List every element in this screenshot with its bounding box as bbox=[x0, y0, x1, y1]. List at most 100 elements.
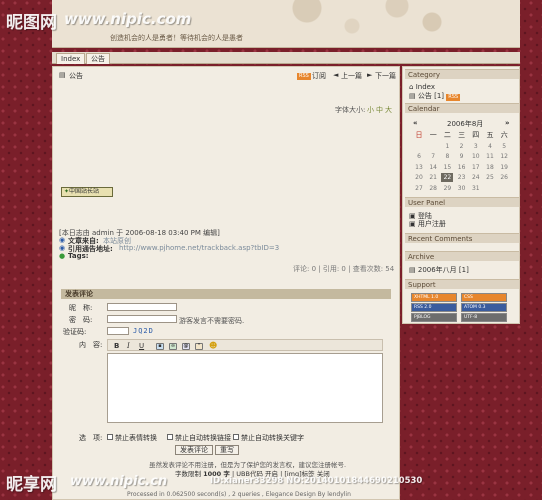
calendar-day[interactable]: 21 bbox=[427, 173, 439, 182]
calendar-next-button[interactable]: » bbox=[505, 119, 510, 127]
comment-form-title: 发表评论 bbox=[61, 289, 391, 299]
calendar-day[interactable]: 15 bbox=[441, 163, 453, 172]
prev-post-link[interactable]: 上一篇 bbox=[341, 71, 362, 81]
recent-comments-title: Recent Comments bbox=[405, 233, 519, 243]
trackback-url[interactable]: http://www.pjhome.net/trackback.asp?tbID… bbox=[119, 244, 279, 252]
calendar-day[interactable]: 1 bbox=[441, 142, 453, 151]
font-size-large[interactable]: 大 bbox=[385, 105, 392, 115]
calendar-day[interactable]: 28 bbox=[427, 184, 439, 193]
disable-keywords-checkbox[interactable] bbox=[233, 434, 239, 440]
calendar-weekday: 四 bbox=[472, 131, 480, 139]
calendar-day[interactable]: 14 bbox=[427, 163, 439, 172]
calendar-weekday: 日 bbox=[415, 131, 423, 139]
calendar-day[interactable]: 3 bbox=[470, 142, 482, 151]
smiley-icon[interactable]: ☻ bbox=[209, 341, 217, 350]
comment-textarea[interactable] bbox=[107, 353, 383, 423]
main-nav: Index 公告 bbox=[52, 52, 520, 64]
atom-badge[interactable]: ATOM 0.3 bbox=[461, 303, 507, 312]
calendar-weekday: 二 bbox=[443, 131, 451, 139]
sidebar-item-index-label: Index bbox=[415, 83, 435, 91]
options-label: 选 项: bbox=[79, 434, 103, 442]
email-insert-icon[interactable]: @ bbox=[182, 342, 190, 350]
calendar-day[interactable]: 17 bbox=[470, 163, 482, 172]
css-badge[interactable]: CSS bbox=[461, 293, 507, 302]
calendar-title: Calendar bbox=[405, 103, 519, 113]
page-wrapper: 创造机会的人是勇者！等待机会的人是愚者 Index 公告 ▤ 公告 RSS 订阅… bbox=[52, 0, 520, 500]
rss-icon[interactable]: RSS bbox=[297, 71, 311, 80]
site-badge[interactable]: ✦中国站长站 bbox=[61, 187, 113, 197]
calendar-day[interactable]: 27 bbox=[413, 184, 425, 193]
rss-badge[interactable]: RSS bbox=[446, 94, 461, 101]
calendar-day[interactable]: 16 bbox=[456, 163, 468, 172]
site-slogan: 创造机会的人是勇者！等待机会的人是愚者 bbox=[110, 34, 243, 42]
calendar-day[interactable]: 31 bbox=[470, 184, 482, 193]
quote-insert-icon[interactable]: " bbox=[195, 342, 203, 350]
watermark-bottom-id: ID:xianer33298 NO:20140101844690210530 bbox=[210, 476, 423, 486]
calendar-day[interactable]: 5 bbox=[498, 142, 510, 151]
utf8-badge[interactable]: UTF-8 bbox=[461, 313, 507, 322]
register-link[interactable]: ▣ 用户注册 bbox=[409, 219, 446, 229]
calendar-day[interactable]: 8 bbox=[441, 152, 453, 161]
tags-label: Tags: bbox=[68, 252, 89, 260]
calendar-day[interactable]: 24 bbox=[470, 173, 482, 182]
calendar-day[interactable]: 13 bbox=[413, 163, 425, 172]
archive-item[interactable]: ▤ 2006年八月 [1] bbox=[409, 265, 469, 275]
category-icon: ▤ bbox=[59, 71, 66, 79]
calendar-day[interactable]: 23 bbox=[456, 173, 468, 182]
watermark-top-logo: 昵图网 bbox=[6, 13, 57, 33]
calendar-day-today[interactable]: 22 bbox=[441, 173, 454, 182]
underline-icon[interactable]: U bbox=[139, 342, 144, 350]
pjblog-badge[interactable]: PJBLOG bbox=[411, 313, 457, 322]
trackback-icon: ◉ bbox=[59, 244, 66, 252]
next-post-link[interactable]: 下一篇 bbox=[375, 71, 396, 81]
calendar-day[interactable]: 4 bbox=[484, 142, 496, 151]
disable-autolink-checkbox[interactable] bbox=[167, 434, 173, 440]
calendar-prev-button[interactable]: « bbox=[413, 119, 418, 127]
calendar-day[interactable]: 2 bbox=[456, 142, 468, 151]
rss-support-badge[interactable]: RSS 2.0 bbox=[411, 303, 457, 312]
image-insert-icon[interactable]: ▪ bbox=[156, 342, 164, 350]
sidebar-item-index[interactable]: ⌂ Index bbox=[409, 83, 435, 91]
bold-icon[interactable]: B bbox=[114, 342, 119, 350]
calendar-day[interactable]: 20 bbox=[413, 173, 425, 182]
calendar-day[interactable]: 11 bbox=[484, 152, 496, 161]
calendar-day[interactable]: 9 bbox=[456, 152, 468, 161]
nickname-label: 昵 称: bbox=[69, 304, 93, 312]
calendar-day[interactable]: 12 bbox=[498, 152, 510, 161]
reset-button[interactable]: 重写 bbox=[215, 445, 239, 455]
calendar-weekday: 一 bbox=[429, 131, 437, 139]
captcha-input[interactable] bbox=[107, 327, 129, 335]
calendar-day[interactable]: 18 bbox=[484, 163, 496, 172]
calendar-day[interactable]: 19 bbox=[498, 163, 510, 172]
calendar-day[interactable]: 6 bbox=[413, 152, 425, 161]
calendar-day[interactable]: 7 bbox=[427, 152, 439, 161]
archive-icon: ▤ bbox=[409, 266, 416, 274]
post-category-link[interactable]: 公告 bbox=[69, 71, 83, 81]
submit-comment-button[interactable]: 发表评论 bbox=[175, 445, 213, 455]
disable-emoticons-checkbox[interactable] bbox=[107, 434, 113, 440]
watermark-bottom-logo: 昵享网 bbox=[6, 475, 57, 495]
nav-tab-index[interactable]: Index bbox=[56, 53, 86, 64]
link-insert-icon[interactable]: ∞ bbox=[169, 342, 177, 350]
calendar-day[interactable]: 26 bbox=[498, 173, 510, 182]
calendar-day[interactable]: 30 bbox=[456, 184, 468, 193]
xhtml-badge[interactable]: XHTML 1.0 bbox=[411, 293, 457, 302]
captcha-image: JQ2D bbox=[133, 327, 154, 335]
nickname-input[interactable] bbox=[107, 303, 177, 311]
calendar-day[interactable]: 29 bbox=[441, 184, 453, 193]
subscribe-link[interactable]: 订阅 bbox=[312, 71, 326, 81]
italic-icon[interactable]: I bbox=[127, 342, 130, 350]
disable-autolink-label: 禁止自动转换链接 bbox=[175, 434, 231, 442]
archive-title: Archive bbox=[405, 251, 519, 261]
font-size-medium[interactable]: 中 bbox=[376, 105, 383, 115]
calendar-day[interactable]: 10 bbox=[470, 152, 482, 161]
support-title: Support bbox=[405, 279, 519, 289]
sidebar-item-announcement[interactable]: ▤ 公告 [1] RSS bbox=[409, 91, 461, 101]
watermark-top-url: www.nipic.com bbox=[64, 10, 192, 28]
calendar-day[interactable]: 25 bbox=[484, 173, 496, 182]
password-hint: 游客发言不需要密码. bbox=[179, 317, 245, 325]
font-size-small[interactable]: 小 bbox=[367, 105, 374, 115]
password-input[interactable] bbox=[107, 315, 177, 323]
watermark-bottom-url: www.nipic.cn bbox=[70, 474, 168, 489]
nav-tab-announcement[interactable]: 公告 bbox=[86, 53, 110, 64]
